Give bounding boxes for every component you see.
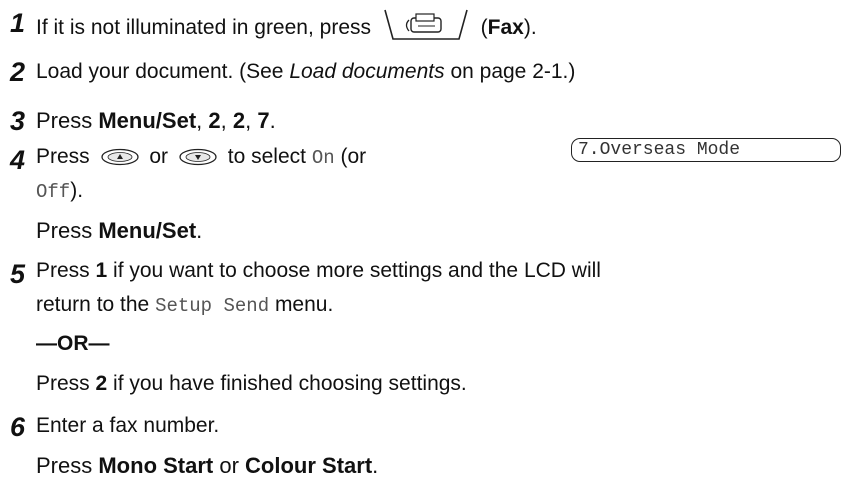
key-2a: 2	[208, 108, 221, 133]
step-6-line-1: Enter a fax number.	[36, 413, 219, 438]
key-7: 7	[257, 108, 270, 133]
setup-send-menu: Setup Send	[155, 295, 270, 317]
period: .	[196, 218, 203, 243]
step-2-reference: Load documents	[289, 60, 445, 83]
sep: ,	[220, 108, 233, 133]
up-arrow-key-icon	[100, 148, 139, 166]
step-1-text: If it is not illuminated in green, press…	[36, 8, 537, 42]
fax-key-label: Fax	[487, 16, 524, 39]
or-text: or	[149, 145, 169, 168]
step-4-press: Press	[36, 145, 90, 168]
step-2-page-ref: on page 2-1.)	[444, 60, 576, 83]
step-5-text-3: menu.	[269, 293, 334, 316]
step-number-3: 3	[10, 106, 26, 136]
step-5-line-2: return to the Setup Send menu.	[36, 292, 333, 318]
step-number-5: 5	[10, 259, 26, 289]
step-6-text: Enter a fax number.	[36, 414, 220, 437]
step-2-instruction: Load your document. (See	[36, 60, 290, 83]
period: .	[372, 453, 379, 478]
period: .	[269, 108, 276, 133]
step-4-line-3: Press Menu/Set.	[36, 218, 202, 244]
step-number-2: 2	[10, 57, 26, 87]
key-2: 2	[95, 372, 108, 395]
step-number-4: 4	[10, 145, 26, 175]
step-4-line-2: Off).	[36, 178, 83, 204]
lcd-display: 7.Overseas Mode	[571, 138, 841, 162]
step-5-press-2: Press	[36, 372, 96, 395]
step-number-6: 6	[10, 412, 26, 442]
or-divider: —OR—	[36, 332, 110, 355]
step-6-line-2: Press Mono Start or Colour Start.	[36, 453, 378, 479]
sep: ,	[245, 108, 258, 133]
step-5-text-2: return to the	[36, 293, 156, 316]
step-5-press: Press	[36, 259, 96, 282]
to-select-text: to select	[227, 145, 306, 168]
sep: ,	[196, 108, 209, 133]
step-5-text-4: if you have finished choosing settings.	[107, 372, 467, 395]
option-off: Off	[36, 181, 71, 203]
mono-start-key: Mono Start	[98, 453, 214, 478]
menu-set-key: Menu/Set	[98, 108, 197, 133]
step-3-press: Press	[36, 108, 99, 133]
down-arrow-key-icon	[179, 148, 217, 166]
step-1-end: ).	[523, 16, 537, 39]
close-paren: ).	[70, 179, 84, 202]
menu-set-key-2: Menu/Set	[98, 218, 197, 243]
fax-key-icon	[383, 8, 469, 42]
step-1-instruction: If it is not illuminated in green, press	[36, 16, 371, 39]
key-1: 1	[95, 259, 108, 282]
or-text: or	[213, 453, 246, 478]
step-4-line-1: Press or to select On (or	[36, 144, 366, 170]
option-on: On	[311, 147, 335, 169]
step-number-1: 1	[10, 8, 26, 38]
step-5-line-1: Press 1 if you want to choose more setti…	[36, 258, 601, 283]
or-open: (or	[340, 145, 367, 168]
step-2-text: Load your document. (See Load documents …	[36, 59, 575, 84]
step-3-text: Press Menu/Set, 2, 2, 7.	[36, 108, 276, 134]
step-5-text-1: if you want to choose more settings and …	[107, 259, 601, 282]
step-5-or: —OR—	[36, 331, 110, 356]
step-4-press-2: Press	[36, 218, 99, 243]
step-5-line-4: Press 2 if you have finished choosing se…	[36, 371, 467, 396]
step-6-press: Press	[36, 453, 99, 478]
key-2b: 2	[232, 108, 246, 133]
colour-start-key: Colour Start	[245, 453, 373, 478]
